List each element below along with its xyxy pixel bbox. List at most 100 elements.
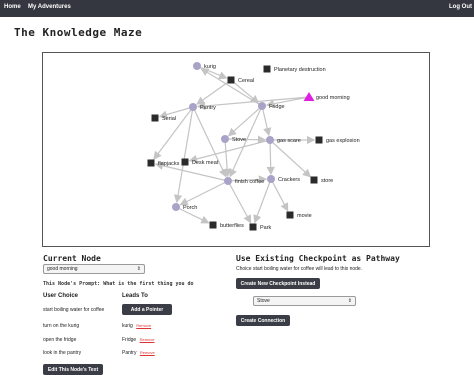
graph-node-label: Cereal — [238, 78, 254, 84]
graph-node-triangle-marker[interactable] — [303, 92, 315, 101]
graph-node-flapjacks[interactable]: flapjacks — [147, 159, 180, 168]
graph-edge — [192, 106, 227, 178]
graph-node-butterflies[interactable]: butterflies — [209, 221, 245, 230]
graph-node-pantry[interactable]: Pantry — [189, 103, 216, 111]
node-prompt: This Node's Prompt: What is the first th… — [43, 281, 194, 287]
graph-node-square-marker[interactable] — [209, 221, 217, 229]
maze-graph-panel: kurig Planetary destruction Cereal good mor… — [42, 52, 430, 247]
chevron-updown-icon: ⇕ — [136, 266, 141, 272]
graph-edge — [261, 105, 272, 137]
graph-node-movie[interactable]: movie — [286, 211, 312, 220]
checkpoint-title: Use Existing Checkpoint as Pathway — [236, 254, 400, 263]
graph-node-fridge[interactable]: Fridge — [258, 102, 285, 110]
graph-node-square-marker[interactable] — [286, 211, 294, 219]
graph-node-circle-marker[interactable] — [193, 62, 201, 70]
graph-node-good-morning[interactable]: good morning — [303, 92, 350, 101]
graph-node-square-marker[interactable] — [181, 158, 189, 166]
create-new-checkpoint-button[interactable]: Create New Checkpoint Instead — [236, 278, 320, 289]
checkpoint-select-value: Stove — [257, 298, 270, 304]
choice-row-1-text: turn on the kurig — [43, 323, 80, 329]
remove-link[interactable]: Remove — [136, 323, 151, 328]
current-node-select-value: good morning — [47, 266, 78, 272]
graph-node-store[interactable]: store — [310, 176, 334, 185]
checkpoint-description: Choice start boiling water for coffee wi… — [236, 266, 363, 272]
graph-node-square-marker[interactable] — [263, 65, 271, 73]
graph-node-crackers[interactable]: Crackers — [267, 175, 300, 183]
graph-node-square-marker[interactable] — [227, 76, 235, 84]
graph-node-circle-marker[interactable] — [224, 177, 232, 185]
choice-row-2-target-label: Fridge — [122, 337, 137, 343]
graph-node-label: Serial — [162, 116, 176, 122]
graph-edge — [200, 67, 263, 107]
choice-row-2-target: Fridge Remove — [122, 337, 154, 343]
graph-node-park[interactable]: Park — [249, 223, 272, 232]
graph-node-label: good morning — [316, 95, 350, 101]
node-prompt-label: This Node's Prompt: — [43, 281, 101, 287]
graph-node-label: gas explosion — [326, 138, 360, 144]
edit-node-text-button[interactable]: Edit This Node's Text — [43, 364, 103, 375]
current-node-select[interactable]: good morning ⇕ — [43, 264, 145, 274]
add-pointer-button[interactable]: Add a Pointer — [122, 304, 172, 315]
top-navbar: Home My Adventures Log Out — [0, 0, 474, 17]
graph-node-serial[interactable]: Serial — [151, 114, 177, 123]
checkpoint-select[interactable]: Stove ⇕ — [253, 296, 356, 306]
graph-edge — [266, 139, 275, 176]
graph-node-porch[interactable]: Porch — [172, 203, 197, 211]
graph-node-circle-marker[interactable] — [221, 135, 229, 143]
graph-node-planetary-destruction[interactable]: Planetary destruction — [263, 65, 326, 74]
remove-link[interactable]: Remove — [140, 337, 155, 342]
graph-node-label: kurig — [204, 64, 216, 70]
graph-node-square-marker[interactable] — [249, 223, 257, 231]
graph-node-label: flapjacks — [158, 161, 180, 167]
current-node-title: Current Node — [43, 254, 101, 263]
graph-node-label: Pantry — [200, 105, 216, 111]
graph-node-circle-marker[interactable] — [266, 136, 274, 144]
graph-edge — [173, 106, 194, 204]
nav-my-adventures-link[interactable]: My Adventures — [28, 4, 71, 10]
graph-node-circle-marker[interactable] — [267, 175, 275, 183]
graph-edge — [270, 178, 289, 212]
graph-node-square-marker[interactable] — [151, 114, 159, 122]
graph-node-label: gas scare — [277, 138, 301, 144]
graph-node-kurig[interactable]: kurig — [193, 62, 216, 70]
graph-node-desk-meat[interactable]: Desk meat — [181, 158, 219, 167]
graph-node-label: finish coffee — [235, 179, 264, 185]
graph-node-label: butterflies — [220, 223, 244, 229]
graph-edge — [222, 138, 232, 178]
graph-edge — [253, 178, 272, 224]
graph-node-stove[interactable]: Stove — [221, 135, 246, 143]
nav-home-link[interactable]: Home — [4, 4, 21, 10]
graph-edge — [153, 106, 194, 160]
choice-row-2-text: open the fridge — [43, 337, 77, 343]
graph-node-label: Desk meat — [192, 160, 219, 166]
choice-row-1-target-label: kurig — [122, 323, 133, 329]
graph-edge — [227, 180, 252, 224]
graph-edge — [269, 139, 312, 178]
graph-node-square-marker[interactable] — [315, 136, 323, 144]
choice-row-3-target-label: Pantry — [122, 350, 137, 356]
graph-node-square-marker[interactable] — [147, 159, 155, 167]
graph-node-circle-marker[interactable] — [189, 103, 197, 111]
graph-node-square-marker[interactable] — [310, 176, 318, 184]
graph-node-label: Planetary destruction — [274, 67, 326, 73]
choice-row-1-target: kurig Remove — [122, 323, 151, 329]
graph-edge — [227, 105, 263, 137]
remove-link[interactable]: Remove — [140, 350, 155, 355]
maze-graph: kurig Planetary destruction Cereal good mor… — [147, 62, 360, 232]
graph-node-label: Fridge — [269, 104, 285, 110]
graph-node-cereal[interactable]: Cereal — [227, 76, 255, 85]
graph-node-label: Park — [260, 225, 272, 231]
user-choice-header: User Choice — [43, 293, 79, 299]
graph-node-gas-explosion[interactable]: gas explosion — [315, 136, 360, 145]
node-prompt-text: What is the first thing you do — [103, 281, 194, 287]
graph-node-gas-scare[interactable]: gas scare — [266, 136, 301, 144]
nav-logout-link[interactable]: Log Out — [449, 4, 472, 10]
choice-row-0-text: start boiling water for coffee — [43, 307, 105, 313]
graph-node-finish-coffee[interactable]: finish coffee — [224, 177, 264, 185]
graph-node-circle-marker[interactable] — [172, 203, 180, 211]
graph-node-label: store — [321, 178, 333, 184]
graph-node-label: Crackers — [278, 177, 300, 183]
create-connection-button[interactable]: Create Connection — [236, 315, 290, 326]
graph-node-label: movie — [297, 213, 312, 219]
graph-node-circle-marker[interactable] — [258, 102, 266, 110]
